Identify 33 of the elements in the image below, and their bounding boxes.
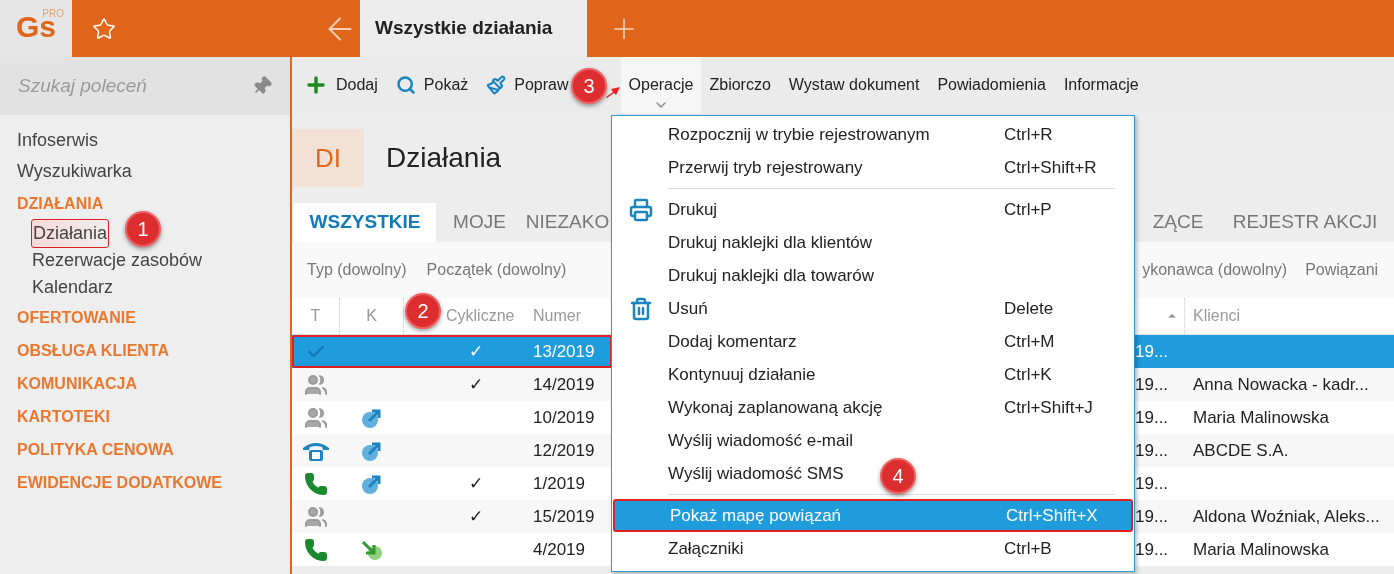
table-cell: 19...	[1135, 407, 1169, 427]
table-cell: Maria Malinowska	[1193, 407, 1330, 427]
table-cell: ABCDE S.A.	[1193, 440, 1289, 460]
table-cell: 12/2019	[533, 440, 595, 460]
table-cell: 15/2019	[533, 506, 595, 526]
table-cell: 19...	[1135, 539, 1169, 559]
shortcut-label: Delete	[1004, 297, 1054, 320]
shortcut-label: Ctrl+Shift+J	[1004, 396, 1093, 419]
shortcut-label: Ctrl+P	[1004, 198, 1052, 221]
page-title: Działania	[386, 141, 502, 175]
table-cell: 14/2019	[533, 374, 595, 394]
shortcut-label: Ctrl+K	[1004, 363, 1052, 386]
table-cell: Anna Nowacka - kadr...	[1193, 374, 1369, 394]
shortcut-label: Ctrl+M	[1004, 330, 1055, 353]
cyclic-checkmark: ✓	[469, 373, 483, 396]
table-cell: Aldona Woźniak, Aleks...	[1193, 506, 1380, 526]
table-cell: 19...	[1135, 506, 1169, 526]
table-cell: 19...	[1135, 341, 1169, 361]
cyclic-checkmark: ✓	[469, 472, 483, 495]
shortcut-label: Ctrl+R	[1004, 123, 1053, 146]
module-badge: DI	[292, 129, 364, 187]
table-cell: 10/2019	[533, 407, 595, 427]
table-cell: 19...	[1135, 374, 1169, 394]
table-cell: 19...	[1135, 440, 1169, 460]
table-cell: 4/2019	[533, 539, 585, 559]
shortcut-label: Ctrl+B	[1004, 537, 1052, 560]
cyclic-checkmark: ✓	[469, 505, 483, 528]
table-cell: 19...	[1135, 473, 1169, 493]
cyclic-checkmark: ✓	[469, 340, 483, 363]
table-cell: Maria Malinowska	[1193, 539, 1330, 559]
table-cell: 1/2019	[533, 473, 585, 493]
shortcut-label: Ctrl+Shift+R	[1004, 156, 1097, 179]
table-cell: 13/2019	[533, 341, 595, 361]
